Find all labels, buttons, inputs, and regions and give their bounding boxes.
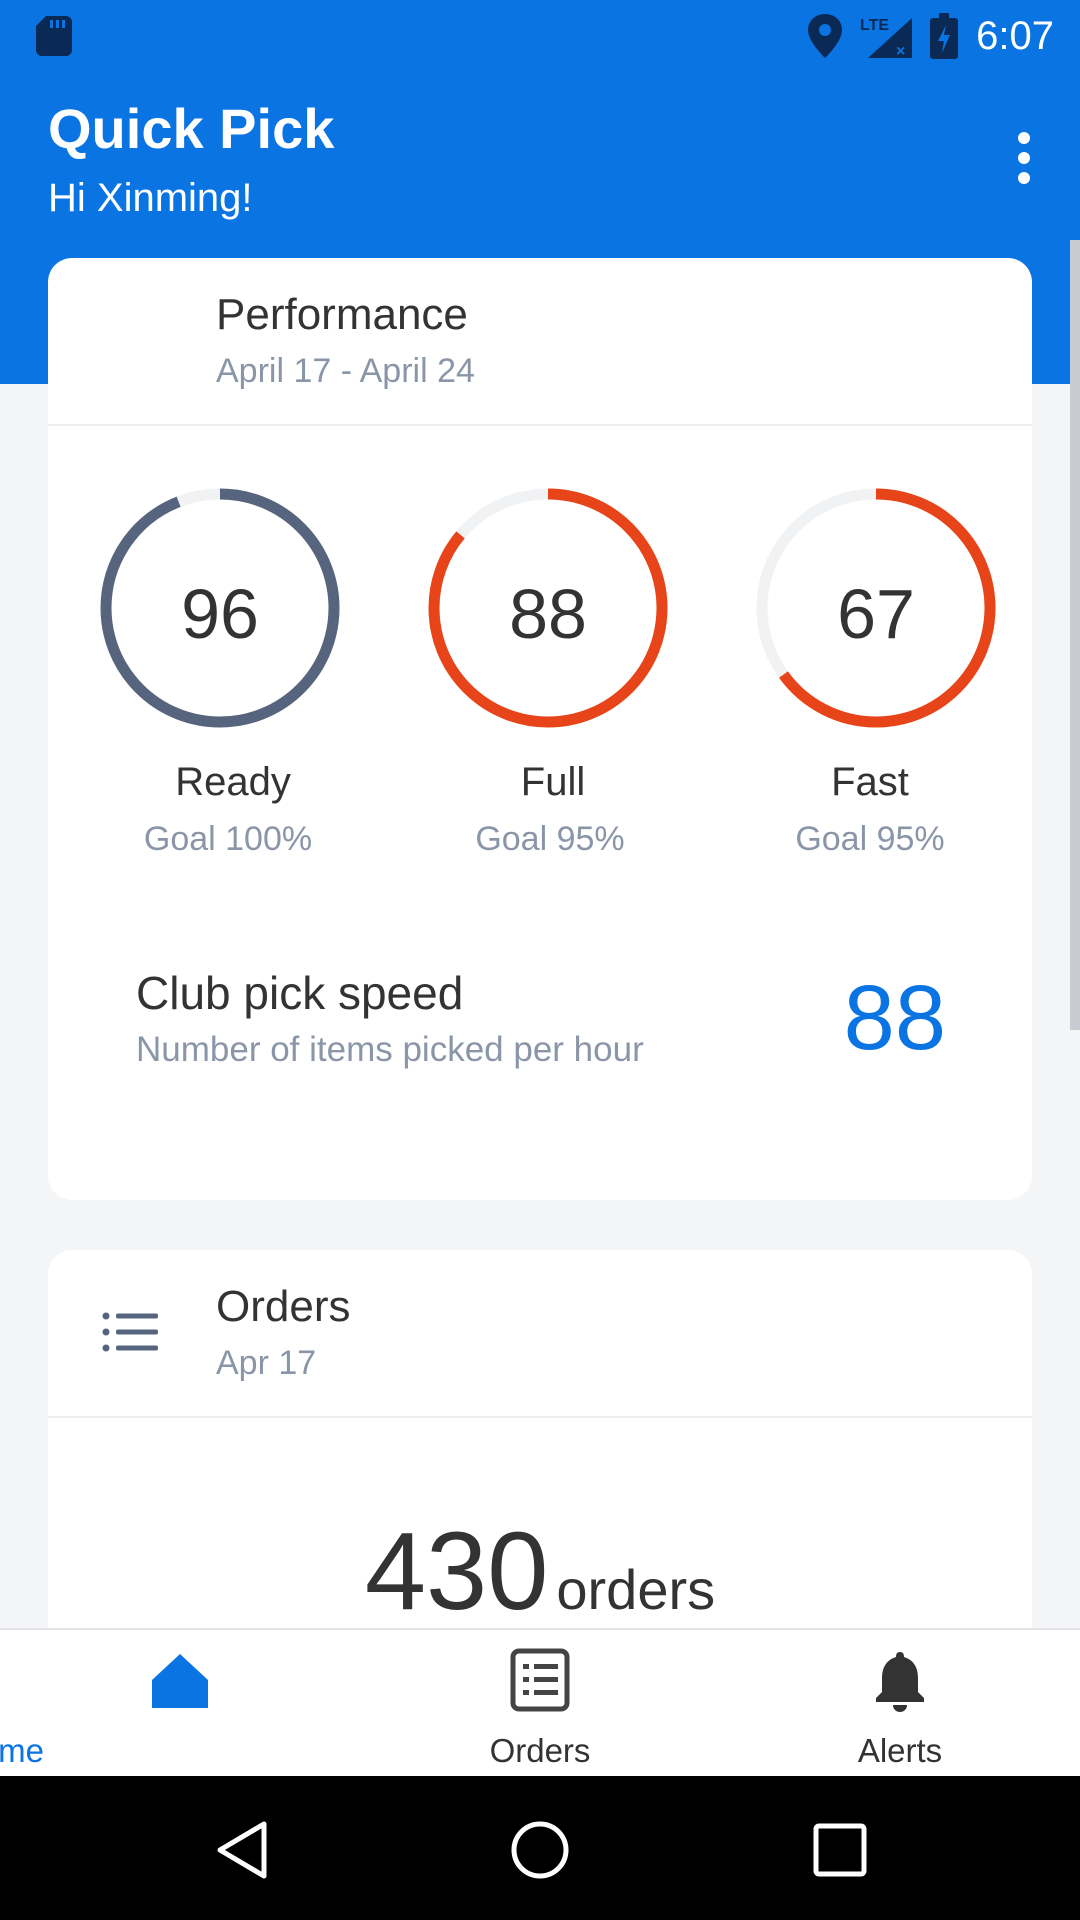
svg-text:LTE: LTE [860, 17, 889, 34]
ring-value: 88 [509, 575, 587, 653]
nav-label-home: Home [0, 1732, 45, 1769]
bell-icon [876, 1652, 924, 1712]
orders-title: Orders [216, 1282, 351, 1331]
metric-goal-ready: Goal 100% [143, 820, 313, 858]
metric-label-full: Full [520, 760, 586, 804]
app-title: Quick Pick [48, 97, 335, 160]
metric-rings: 96 88 67 [48, 478, 1032, 738]
orders-list-icon [510, 1648, 570, 1712]
nav-label-orders: Orders [489, 1732, 591, 1769]
status-bar: LTE × 6:07 [0, 0, 1080, 72]
ring-ready[interactable]: 96 [90, 478, 350, 738]
back-icon[interactable] [214, 1820, 270, 1880]
orders-unit: orders [556, 1558, 716, 1621]
home-icon [152, 1654, 208, 1708]
club-pick-speed-value: 88 [843, 967, 946, 1069]
svg-text:×: × [896, 43, 905, 58]
list-icon [102, 1312, 158, 1352]
nav-label-alerts: Alerts [857, 1732, 943, 1769]
metric-label-fast: Fast [831, 760, 909, 804]
ring-value: 96 [181, 575, 259, 653]
card-title: Performance [216, 290, 468, 339]
orders-card[interactable]: Orders Apr 17 430 orders [48, 1250, 1032, 1690]
ring-value: 67 [837, 575, 915, 653]
battery-charging-icon [930, 13, 959, 59]
performance-card: Performance April 17 - April 24 96 88 67 [48, 258, 1032, 1200]
overflow-menu-icon[interactable] [1004, 128, 1044, 188]
nav-item-home[interactable]: Home [0, 1630, 360, 1778]
status-time: 6:07 [976, 14, 1054, 58]
orders-card-header[interactable]: Orders Apr 17 [48, 1250, 1032, 1418]
performance-card-header[interactable]: Performance April 17 - April 24 [48, 258, 1032, 426]
date-range: April 17 - April 24 [216, 352, 475, 390]
club-pick-speed-title: Club pick speed [136, 967, 464, 1019]
greeting: Hi Xinming! [48, 176, 253, 220]
ring-fast[interactable]: 67 [746, 478, 1006, 738]
orders-count: 430 [364, 1510, 549, 1633]
metric-label-ready: Ready [175, 760, 291, 804]
club-pick-speed-subtitle: Number of items picked per hour [136, 1030, 644, 1069]
system-navigation-bar [0, 1776, 1080, 1920]
ring-full[interactable]: 88 [418, 478, 678, 738]
nav-item-alerts[interactable]: Alerts [720, 1630, 1080, 1778]
scrollbar[interactable] [1070, 240, 1080, 1030]
location-icon [808, 14, 843, 58]
sd-card-icon [36, 16, 72, 56]
signal-lte-icon: LTE × [860, 17, 913, 58]
metric-goal-fast: Goal 95% [795, 820, 945, 858]
home-button-icon[interactable] [510, 1820, 570, 1880]
metric-goal-full: Goal 95% [475, 820, 625, 858]
orders-date: Apr 17 [216, 1344, 317, 1382]
nav-item-orders[interactable]: Orders [360, 1630, 720, 1778]
recents-icon[interactable] [812, 1822, 868, 1878]
bottom-navigation: Home Orders Alerts [0, 1628, 1080, 1778]
orders-count-row: 430 orders [48, 1508, 1032, 1635]
